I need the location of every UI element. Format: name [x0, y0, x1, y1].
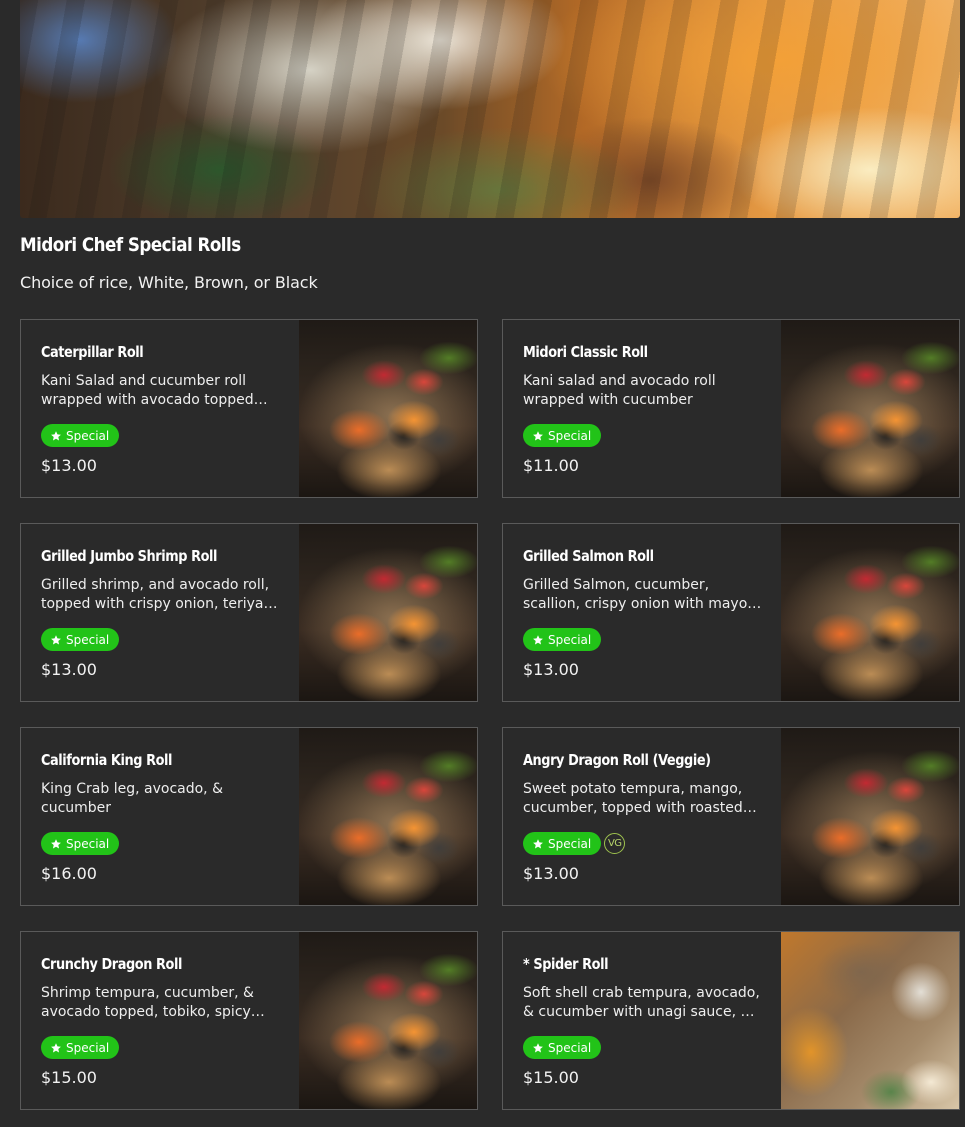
- menu-item-badges: Special: [523, 1036, 602, 1059]
- menu-item-card[interactable]: California King Roll King Crab leg, avoca…: [20, 727, 478, 906]
- menu-item-name: Grilled Salmon Roll: [523, 547, 654, 565]
- menu-item-name: Midori Classic Roll: [523, 343, 648, 361]
- menu-items-grid: Caterpillar Roll Kani Salad and cucumber …: [20, 319, 960, 1110]
- section-hero-image: [20, 0, 960, 218]
- star-icon: [532, 838, 544, 850]
- menu-item-card[interactable]: Caterpillar Roll Kani Salad and cucumber …: [20, 319, 478, 498]
- menu-item-price: $13.00: [523, 864, 579, 883]
- special-badge: Special: [523, 628, 602, 651]
- menu-item-description: King Crab leg, avocado, & cucumber: [41, 781, 223, 816]
- menu-item-price: $11.00: [523, 456, 579, 475]
- star-icon: [50, 1042, 62, 1054]
- menu-item-image: [781, 932, 959, 1109]
- special-badge: Special: [41, 1036, 120, 1059]
- menu-item-card[interactable]: Grilled Salmon Roll Grilled Salmon, cucum…: [502, 523, 960, 702]
- special-badge-label: Special: [66, 428, 110, 443]
- special-badge: Special: [41, 832, 120, 855]
- star-icon: [50, 838, 62, 850]
- star-icon: [532, 430, 544, 442]
- menu-item-image: [781, 320, 959, 497]
- special-badge: Special: [523, 832, 602, 855]
- menu-item-card[interactable]: Grilled Jumbo Shrimp Roll Grilled shrimp,…: [20, 523, 478, 702]
- menu-item-image: [781, 728, 959, 905]
- menu-item-badges: Special: [41, 424, 120, 447]
- menu-item-description: Grilled Salmon, cucumber, scallion, cris…: [523, 577, 752, 612]
- special-badge-label: Special: [66, 836, 110, 851]
- menu-item-price: $13.00: [41, 456, 97, 475]
- star-icon: [532, 634, 544, 646]
- menu-item-description: Kani Salad and cucumber roll wrapped wit…: [41, 373, 254, 408]
- menu-item-image: [299, 320, 477, 497]
- menu-item-badges: Special: [523, 424, 602, 447]
- menu-page: Midori Chef Special Rolls Choice of rice…: [0, 0, 965, 1127]
- menu-item-price: $15.00: [523, 1068, 579, 1087]
- special-badge: Special: [523, 424, 602, 447]
- special-badge: Special: [41, 628, 120, 651]
- vegetarian-icon: VG: [604, 833, 626, 854]
- menu-item-badges: Special: [523, 628, 602, 651]
- menu-item-price: $13.00: [523, 660, 579, 679]
- menu-item-image: [299, 932, 477, 1109]
- special-badge-label: Special: [66, 632, 110, 647]
- star-icon: [50, 430, 62, 442]
- menu-item-price: $13.00: [41, 660, 97, 679]
- menu-item-description: Grilled shrimp, and avocado roll, topped…: [41, 577, 276, 612]
- menu-item-image: [299, 524, 477, 701]
- menu-item-card[interactable]: * Spider Roll Soft shell crab tempura, av…: [502, 931, 960, 1110]
- menu-item-card[interactable]: Midori Classic Roll Kani salad and avocad…: [502, 319, 960, 498]
- special-badge-label: Special: [548, 836, 592, 851]
- menu-item-badges: Special VG: [523, 832, 626, 855]
- menu-item-description: Soft shell crab tempura, avocado, & cucu…: [523, 985, 763, 1020]
- special-badge-label: Special: [548, 428, 592, 443]
- menu-item-card[interactable]: Angry Dragon Roll (Veggie) Sweet potato t…: [502, 727, 960, 906]
- menu-item-name: Angry Dragon Roll (Veggie): [523, 751, 711, 769]
- menu-item-price: $16.00: [41, 864, 97, 883]
- star-icon: [532, 1042, 544, 1054]
- special-badge: Special: [523, 1036, 602, 1059]
- menu-item-badges: Special: [41, 1036, 120, 1059]
- menu-item-image: [299, 728, 477, 905]
- section-title: Midori Chef Special Rolls: [20, 234, 241, 256]
- menu-item-description: Shrimp tempura, cucumber, & avocado topp…: [41, 985, 254, 1020]
- menu-item-name: Crunchy Dragon Roll: [41, 955, 182, 973]
- menu-item-card[interactable]: Crunchy Dragon Roll Shrimp tempura, cucum…: [20, 931, 478, 1110]
- star-icon: [50, 634, 62, 646]
- special-badge-label: Special: [66, 1040, 110, 1055]
- special-badge-label: Special: [548, 632, 592, 647]
- special-badge-label: Special: [548, 1040, 592, 1055]
- menu-item-name: Caterpillar Roll: [41, 343, 144, 361]
- menu-item-name: Grilled Jumbo Shrimp Roll: [41, 547, 218, 565]
- special-badge: Special: [41, 424, 120, 447]
- menu-item-badges: Special: [41, 628, 120, 651]
- section-subtitle: Choice of rice, White, Brown, or Black: [20, 273, 318, 292]
- menu-item-price: $15.00: [41, 1068, 97, 1087]
- menu-item-name: California King Roll: [41, 751, 173, 769]
- menu-item-description: Kani salad and avocado roll wrapped with…: [523, 373, 716, 408]
- menu-item-description: Sweet potato tempura, mango, cucumber, t…: [523, 781, 743, 816]
- menu-item-badges: Special: [41, 832, 120, 855]
- menu-item-image: [781, 524, 959, 701]
- menu-item-name: * Spider Roll: [523, 955, 609, 973]
